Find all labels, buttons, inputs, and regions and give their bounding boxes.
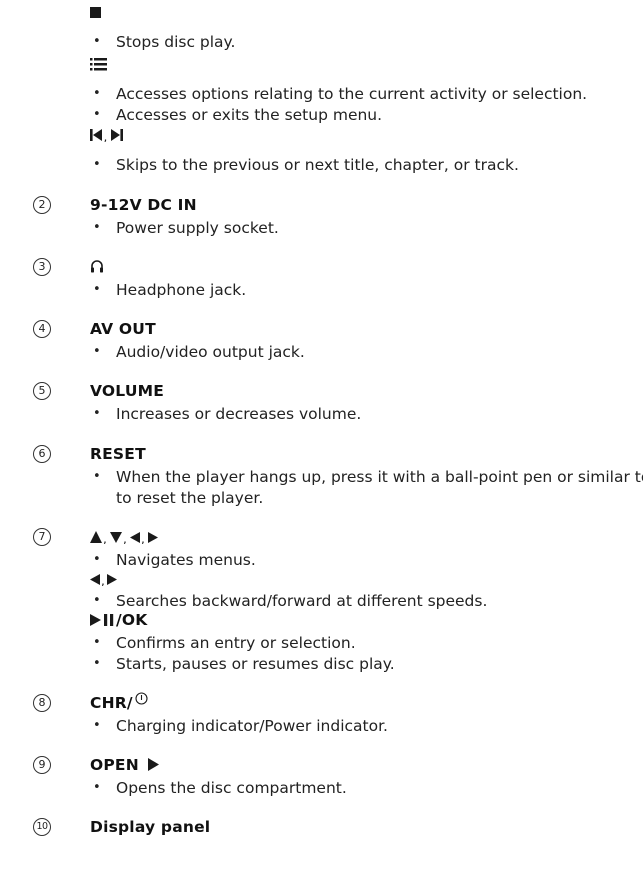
av-out-label: AV OUT: [90, 320, 156, 338]
previous-next-icon: ,: [90, 128, 128, 142]
reset-description-line-1: When the player hangs up, press it with …: [116, 468, 643, 486]
item-number: 3: [33, 258, 51, 276]
item-number: 4: [33, 320, 51, 338]
bullet-dot: •: [93, 282, 101, 297]
bullet-dot: •: [93, 469, 101, 484]
bullet-dot: •: [93, 220, 101, 235]
bullet-dot: •: [93, 656, 101, 671]
chr-label: CHR/: [90, 694, 133, 712]
skip-description: Skips to the previous or next title, cha…: [116, 156, 519, 174]
stop-description: Stops disc play.: [116, 33, 236, 51]
volume-label: VOLUME: [90, 382, 165, 400]
arrow-keys-icon: , , ,: [90, 530, 160, 544]
play-pause-icon: [90, 613, 115, 627]
stop-square-icon: [90, 7, 101, 18]
bullet-dot: •: [93, 718, 101, 733]
item-number: 2: [33, 196, 51, 214]
options-description: Accesses options relating to the current…: [116, 85, 588, 103]
open-label: OPEN: [90, 756, 139, 774]
bullet-dot: •: [93, 344, 101, 359]
svg-text:,: ,: [141, 532, 145, 544]
bullet-dot: •: [93, 593, 101, 608]
volume-description: Increases or decreases volume.: [116, 405, 362, 423]
reset-label: RESET: [90, 445, 146, 463]
confirm-description: Confirms an entry or selection.: [116, 634, 356, 652]
dc-in-description: Power supply socket.: [116, 219, 279, 237]
navigate-description: Navigates menus.: [116, 551, 256, 569]
item-number: 10: [33, 818, 51, 836]
play-description: Starts, pauses or resumes disc play.: [116, 655, 395, 673]
svg-text:,: ,: [123, 532, 127, 544]
bullet-dot: •: [93, 635, 101, 650]
svg-text:,: ,: [101, 574, 105, 586]
item-number: 9: [33, 756, 51, 774]
av-out-description: Audio/video output jack.: [116, 343, 305, 361]
bullet-dot: •: [93, 86, 101, 101]
left-right-icon: ,: [90, 572, 120, 586]
bullet-dot: •: [93, 157, 101, 172]
chr-description: Charging indicator/Power indicator.: [116, 717, 388, 735]
ok-label: /OK: [116, 611, 148, 629]
play-icon: [148, 758, 160, 771]
reset-description-line-2: to reset the player.: [116, 489, 264, 507]
bullet-dot: •: [93, 34, 101, 49]
options-list-icon: [90, 58, 107, 71]
bullet-dot: •: [93, 107, 101, 122]
bullet-dot: •: [93, 406, 101, 421]
item-number: 8: [33, 694, 51, 712]
item-number: 7: [33, 528, 51, 546]
dc-in-label: 9-12V DC IN: [90, 196, 197, 214]
item-number: 5: [33, 382, 51, 400]
headphone-icon: [90, 259, 104, 273]
bullet-dot: •: [93, 780, 101, 795]
setup-description: Accesses or exits the setup menu.: [116, 106, 383, 124]
bullet-dot: •: [93, 552, 101, 567]
open-description: Opens the disc compartment.: [116, 779, 347, 797]
item-number: 6: [33, 445, 51, 463]
power-icon: [135, 692, 148, 705]
search-description: Searches backward/forward at different s…: [116, 592, 488, 610]
display-panel-label: Display panel: [90, 818, 211, 836]
svg-text:,: ,: [103, 532, 107, 544]
headphone-description: Headphone jack.: [116, 281, 247, 299]
svg-text:,: ,: [104, 130, 108, 142]
